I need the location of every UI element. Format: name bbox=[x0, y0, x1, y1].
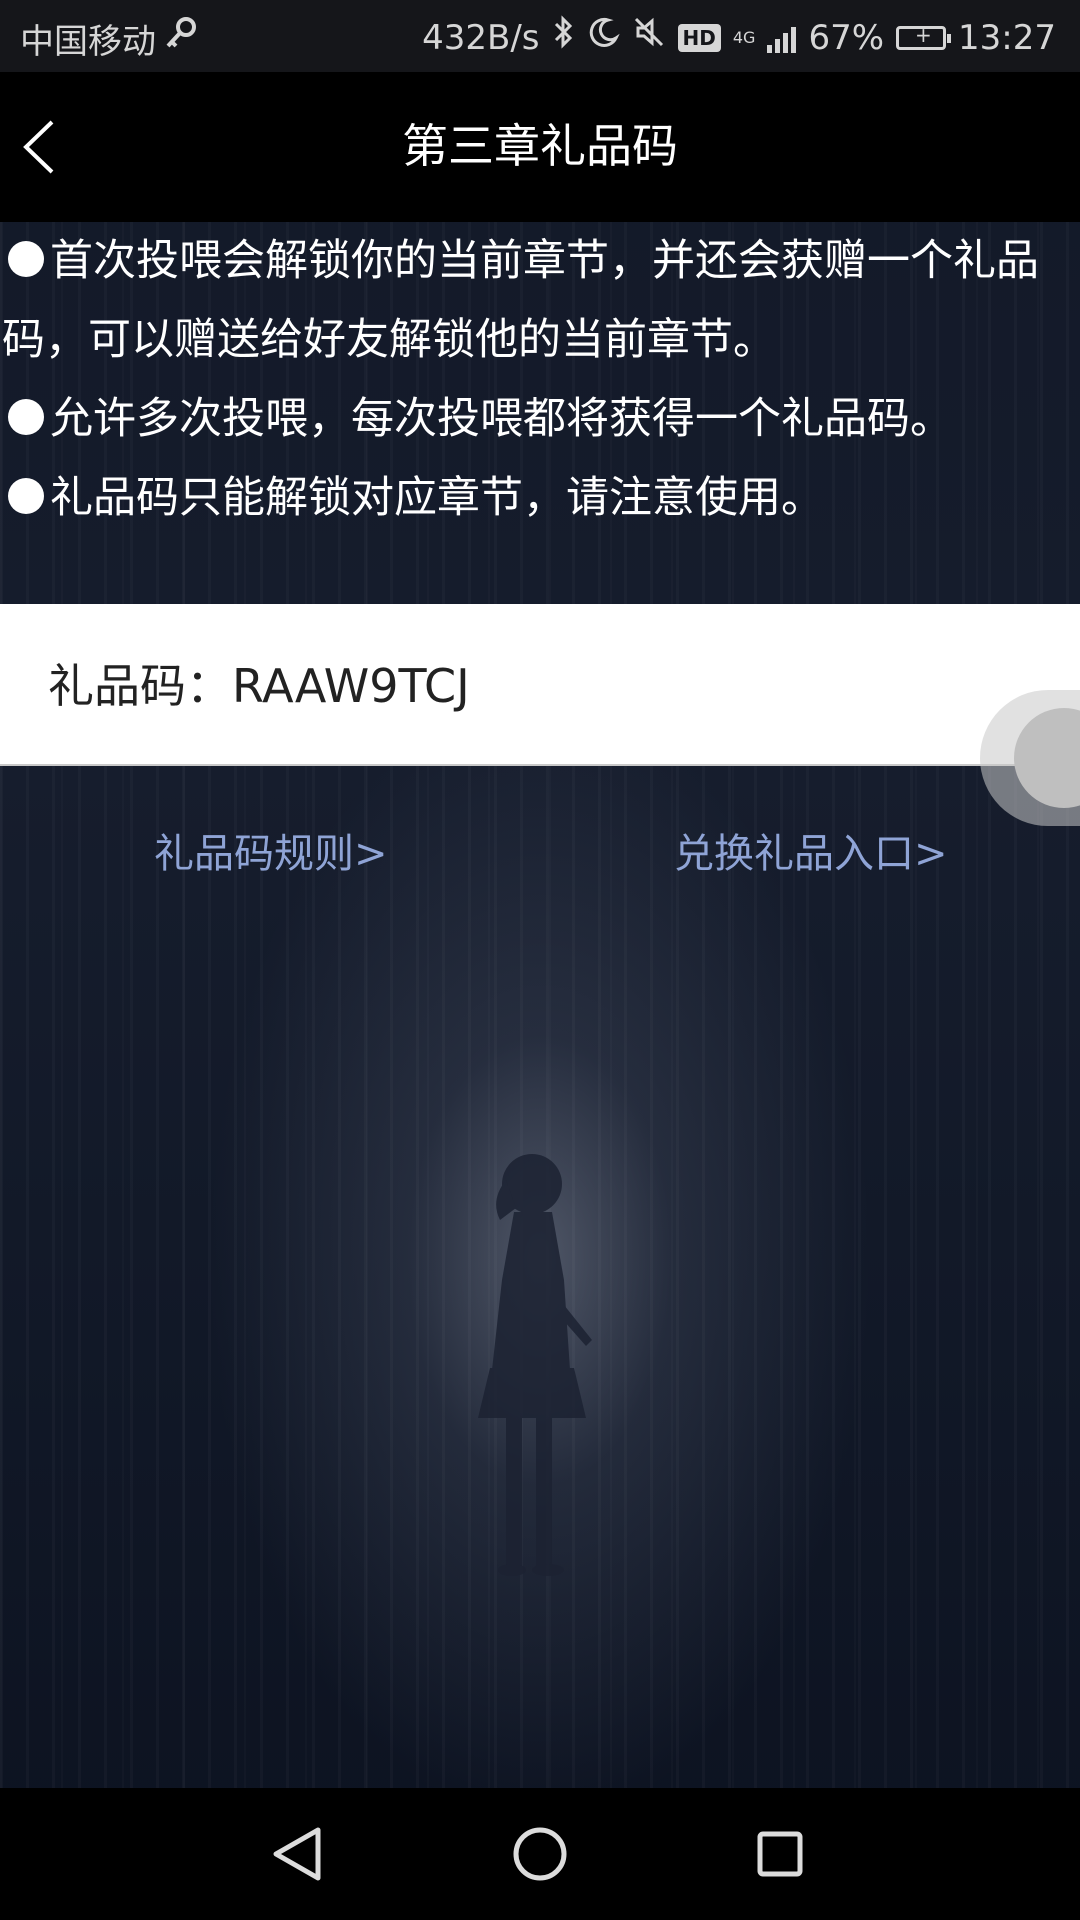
gift-code-rules-link[interactable]: 礼品码规则> bbox=[154, 826, 388, 882]
carrier-name: 中国移动 bbox=[20, 22, 156, 62]
key-icon bbox=[164, 16, 198, 61]
rules-list: 首次投喂会解锁你的当前章节，并还会获赠一个礼品码，可以赠送给好友解锁他的当前章节… bbox=[0, 222, 1080, 538]
redeem-gift-link[interactable]: 兑换礼品入口> bbox=[674, 826, 948, 882]
system-nav-bar bbox=[0, 1788, 1080, 1920]
battery-icon: + bbox=[896, 23, 952, 50]
floating-ball-icon bbox=[1014, 708, 1080, 808]
nav-home-icon bbox=[513, 1827, 567, 1881]
clock: 13:27 bbox=[958, 17, 1056, 58]
rule-text: 允许多次投喂，每次投喂都将获得一个礼品码。 bbox=[50, 394, 953, 444]
bluetooth-icon bbox=[552, 14, 576, 61]
nav-recent-button[interactable] bbox=[740, 1814, 820, 1894]
gift-code-card: 礼品码：RAAW9TCJ bbox=[0, 604, 1080, 766]
rule-text: 礼品码只能解锁对应章节，请注意使用。 bbox=[50, 473, 824, 523]
bullet-icon bbox=[8, 241, 44, 277]
net-speed: 432B/s bbox=[422, 17, 540, 58]
rule-item: 礼品码只能解锁对应章节，请注意使用。 bbox=[0, 459, 1080, 538]
gift-code-line[interactable]: 礼品码：RAAW9TCJ bbox=[48, 656, 470, 716]
nav-back-button[interactable] bbox=[260, 1814, 340, 1894]
network-type: 4G bbox=[732, 27, 756, 47]
gift-code-label: 礼品码： bbox=[48, 659, 232, 713]
moon-icon bbox=[588, 16, 620, 59]
rule-text: 首次投喂会解锁你的当前章节，并还会获赠一个礼品码，可以赠送给好友解锁他的当前章节… bbox=[2, 236, 1039, 365]
header-bar: 第三章礼品码 bbox=[0, 72, 1080, 222]
page-title: 第三章礼品码 bbox=[402, 119, 678, 173]
nav-home-button[interactable] bbox=[500, 1814, 580, 1894]
hd-icon: HD bbox=[677, 23, 721, 52]
rule-item: 允许多次投喂，每次投喂都将获得一个礼品码。 bbox=[0, 380, 1080, 459]
gift-code-value[interactable]: RAAW9TCJ bbox=[232, 659, 470, 713]
nav-recent-icon bbox=[757, 1831, 803, 1877]
status-bar: 中国移动 432B/s HD 4G 67% + 13:27 bbox=[0, 0, 1080, 72]
girl-silhouette-illustration bbox=[478, 1154, 592, 1576]
bullet-icon bbox=[8, 399, 44, 435]
signal-icon bbox=[767, 23, 797, 53]
mute-icon bbox=[632, 15, 666, 60]
status-left: 中国移动 bbox=[20, 14, 198, 63]
nav-back-icon bbox=[273, 1827, 321, 1881]
rule-item: 首次投喂会解锁你的当前章节，并还会获赠一个礼品码，可以赠送给好友解锁他的当前章节… bbox=[0, 222, 1080, 380]
bullet-icon bbox=[8, 478, 44, 514]
screen: 中国移动 432B/s HD 4G 67% + 13:27 第三章礼品码 首次投… bbox=[0, 0, 1080, 1920]
status-right: 432B/s HD 4G 67% + 13:27 bbox=[422, 14, 1056, 61]
battery-percent: 67% bbox=[808, 17, 885, 58]
